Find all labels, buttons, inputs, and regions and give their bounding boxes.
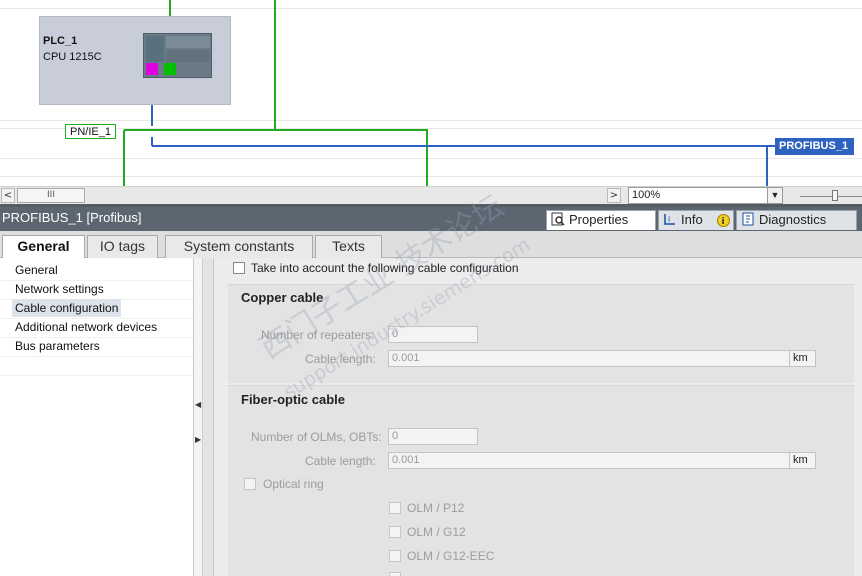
plc-type: CPU 1215C bbox=[43, 51, 102, 63]
nav-item-general[interactable]: General bbox=[12, 261, 61, 279]
plc-name: PLC_1 bbox=[43, 35, 78, 47]
olm-p12-label: OLM / P12 bbox=[407, 501, 465, 515]
property-tabs: General IO tags System constants Texts bbox=[0, 231, 862, 259]
copper-cable-title: Copper cable bbox=[241, 290, 324, 305]
zoom-value: 100% bbox=[632, 189, 661, 201]
svg-text:i: i bbox=[722, 217, 725, 227]
olm-p12-checkbox[interactable] bbox=[389, 502, 401, 514]
repeaters-field[interactable]: 0 bbox=[388, 326, 478, 343]
fiber-length-field[interactable]: 0.001 bbox=[388, 452, 790, 469]
tab-properties-label: Properties bbox=[569, 212, 629, 227]
take-into-account-label: Take into account the following cable co… bbox=[251, 261, 519, 275]
profibus-subnet-label[interactable]: PROFIBUS_1 bbox=[775, 138, 854, 155]
tab-info[interactable]: i Info i bbox=[658, 210, 734, 230]
repeaters-label: Number of repeaters: bbox=[261, 328, 375, 342]
tab-general[interactable]: General bbox=[2, 235, 85, 259]
optical-ring-label: Optical ring bbox=[263, 477, 324, 491]
tab-diagnostics[interactable]: Diagnostics bbox=[736, 210, 857, 230]
tab-properties[interactable]: Properties bbox=[546, 210, 656, 230]
properties-icon bbox=[551, 212, 565, 226]
olm-g12-label: OLM / G12 bbox=[407, 525, 466, 539]
warning-info-icon: i bbox=[717, 214, 730, 227]
scroll-right-button[interactable]: > bbox=[607, 188, 621, 203]
tab-diagnostics-label: Diagnostics bbox=[759, 212, 827, 227]
take-into-account-checkbox[interactable] bbox=[233, 262, 245, 274]
tab-io-tags[interactable]: IO tags bbox=[87, 235, 158, 258]
zoom-slider-track[interactable] bbox=[800, 196, 862, 197]
horizontal-scroll-thumb[interactable]: III bbox=[17, 188, 85, 203]
tab-info-label: Info bbox=[681, 212, 703, 227]
olm-g12-eec-label: OLM / G12-EEC bbox=[407, 549, 495, 563]
zoom-select[interactable]: 100% ▼ bbox=[628, 187, 783, 204]
copper-length-field[interactable]: 0.001 bbox=[388, 350, 790, 367]
navigation-splitter[interactable]: ◀ ▶ bbox=[194, 258, 214, 576]
olm-g12-eec-checkbox[interactable] bbox=[389, 550, 401, 562]
fiber-length-unit: km bbox=[790, 452, 816, 469]
tab-system-constants[interactable]: System constants bbox=[165, 235, 313, 258]
copper-length-unit: km bbox=[790, 350, 816, 367]
property-navigation: General Network settings Cable configura… bbox=[0, 258, 194, 576]
chevron-down-icon[interactable]: ▼ bbox=[767, 188, 782, 203]
nav-item-additional-network-devices[interactable]: Additional network devices bbox=[12, 318, 160, 336]
olm-g12-checkbox[interactable] bbox=[389, 526, 401, 538]
nav-item-cable-configuration[interactable]: Cable configuration bbox=[12, 299, 122, 317]
fiber-length-label: Cable length: bbox=[305, 454, 376, 468]
splitter-bar[interactable]: ◀ ▶ bbox=[194, 258, 203, 576]
expand-right-icon[interactable]: ▶ bbox=[195, 433, 201, 447]
zoom-slider-handle[interactable] bbox=[832, 190, 838, 201]
pn-interface-port[interactable] bbox=[164, 63, 176, 75]
tab-texts[interactable]: Texts bbox=[315, 235, 382, 258]
inspector-title: PROFIBUS_1 [Profibus] bbox=[2, 210, 142, 225]
network-view[interactable]: PLC_1 CPU 1215C PN/IE_1 PROFIBUS_1 bbox=[0, 0, 862, 186]
cable-configuration-panel: Take into account the following cable co… bbox=[214, 258, 862, 576]
fiber-optic-title: Fiber-optic cable bbox=[241, 392, 346, 407]
dp-interface-port[interactable] bbox=[146, 63, 158, 75]
inspector-header: PROFIBUS_1 [Profibus] Properties i Info i… bbox=[0, 207, 862, 231]
nav-item-bus-parameters[interactable]: Bus parameters bbox=[12, 337, 103, 355]
svg-text:i: i bbox=[668, 215, 670, 224]
copper-length-label: Cable length: bbox=[305, 352, 376, 366]
olms-field[interactable]: 0 bbox=[388, 428, 478, 445]
optical-ring-checkbox[interactable] bbox=[244, 478, 256, 490]
pn-subnet-label[interactable]: PN/IE_1 bbox=[65, 124, 116, 139]
olms-label: Number of OLMs, OBTs: bbox=[251, 430, 382, 444]
view-toolbar: < III > 100% ▼ bbox=[0, 186, 862, 204]
scroll-left-button[interactable]: < bbox=[1, 188, 15, 203]
nav-item-network-settings[interactable]: Network settings bbox=[12, 280, 107, 298]
collapse-left-icon[interactable]: ◀ bbox=[195, 398, 201, 412]
info-icon: i bbox=[664, 214, 675, 225]
olm-option-checkbox[interactable] bbox=[389, 572, 401, 576]
diagnostics-icon bbox=[742, 212, 754, 226]
